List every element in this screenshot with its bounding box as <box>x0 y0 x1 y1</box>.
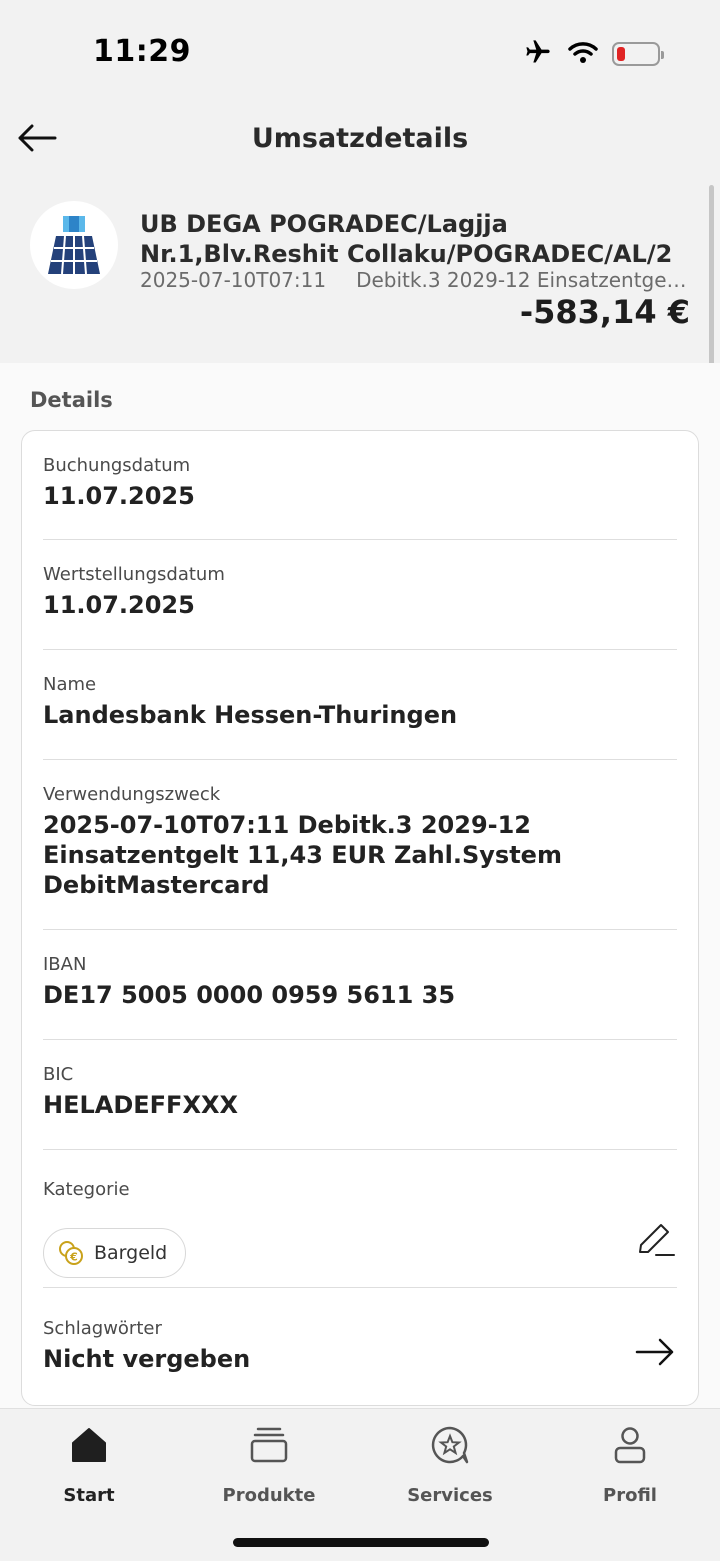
bic-row: BIC HELADEFFXXX <box>43 1040 677 1150</box>
category-chip[interactable]: € Bargeld <box>43 1228 187 1278</box>
booking-date-row: Buchungsdatum 11.07.2025 <box>43 431 677 540</box>
solar-panel-icon <box>48 216 100 274</box>
purpose-value: 2025-07-10T07:11 Debitk.3 2029-12 Einsat… <box>43 811 562 899</box>
booking-date-value: 11.07.2025 <box>43 482 195 510</box>
wifi-icon <box>568 40 598 68</box>
transaction-amount: -583,14 € <box>519 293 690 331</box>
details-section: Details Buchungsdatum 11.07.2025 Wertste… <box>0 363 720 1408</box>
merchant-logo <box>30 201 118 289</box>
purpose-row: Verwendungszweck 2025-07-10T07:11 Debitk… <box>43 760 677 930</box>
edit-category-button[interactable] <box>633 1218 677 1262</box>
tags-row[interactable]: Schlagwörter Nicht vergeben <box>43 1288 677 1407</box>
name-value: Landesbank Hessen-Thuringen <box>43 701 458 729</box>
bic-value: HELADEFFXXX <box>43 1091 238 1119</box>
transaction-datetime: 2025-07-10T07:11 <box>140 268 327 292</box>
airplane-mode-icon <box>522 38 554 70</box>
cards-stack-icon <box>247 1423 291 1467</box>
status-bar: 11:29 <box>0 0 720 100</box>
booking-date-label: Buchungsdatum <box>43 455 191 476</box>
tags-value: Nicht vergeben <box>43 1345 251 1373</box>
tab-profil-label: Profil <box>603 1485 657 1506</box>
name-label: Name <box>43 674 97 695</box>
value-date-label: Wertstellungsdatum <box>43 564 225 585</box>
value-date-row: Wertstellungsdatum 11.07.2025 <box>43 540 677 650</box>
iban-value: DE17 5005 0000 0959 5611 35 <box>43 981 456 1009</box>
bic-label: BIC <box>43 1064 74 1085</box>
home-indicator[interactable] <box>233 1538 489 1547</box>
coins-euro-icon: € <box>59 1241 83 1265</box>
details-card: Buchungsdatum 11.07.2025 Wertstellungsda… <box>21 430 699 1406</box>
battery-level <box>617 47 625 61</box>
page-title: Umsatzdetails <box>251 123 469 154</box>
purpose-label: Verwendungszweck <box>43 784 221 805</box>
name-row: Name Landesbank Hessen-Thuringen <box>43 650 677 760</box>
arrow-right-icon <box>635 1338 674 1366</box>
tab-start[interactable]: Start <box>14 1423 164 1513</box>
iban-row: IBAN DE17 5005 0000 0959 5611 35 <box>43 930 677 1040</box>
tab-services-label: Services <box>407 1485 493 1506</box>
tab-produkte[interactable]: Produkte <box>194 1423 344 1513</box>
services-star-icon <box>428 1423 472 1467</box>
category-chip-label: Bargeld <box>94 1242 168 1264</box>
tab-produkte-label: Produkte <box>222 1485 316 1506</box>
svg-text:€: € <box>69 1251 78 1264</box>
category-label: Kategorie <box>43 1179 130 1200</box>
tab-profil[interactable]: Profil <box>555 1423 705 1513</box>
nav-header: Umsatzdetails <box>0 100 720 180</box>
tags-label: Schlagwörter <box>43 1318 162 1339</box>
transaction-meta: 2025-07-10T07:11 Debitk.3 2029-12 Einsatz… <box>140 268 688 292</box>
section-title: Details <box>30 388 113 412</box>
transaction-reference-preview: Debitk.3 2029-12 Einsatzentgelt 11,43 EU… <box>356 268 688 292</box>
category-row: Kategorie € Bargeld <box>43 1150 677 1288</box>
home-icon <box>67 1423 111 1467</box>
transaction-summary: UB DEGA POGRADEC/Lagjja Nr.1,Blv.Reshit … <box>0 185 720 363</box>
status-time: 11:29 <box>93 34 191 69</box>
iban-label: IBAN <box>43 954 87 975</box>
value-date-value: 11.07.2025 <box>43 591 195 619</box>
tab-start-label: Start <box>63 1485 115 1506</box>
merchant-name: UB DEGA POGRADEC/Lagjja Nr.1,Blv.Reshit … <box>140 210 673 268</box>
person-icon <box>608 1423 652 1467</box>
battery-icon <box>612 42 664 66</box>
tab-bar: Start Produkte Services Profil <box>0 1408 720 1561</box>
open-tags-button[interactable] <box>633 1332 677 1372</box>
tab-services[interactable]: Services <box>375 1423 525 1513</box>
pencil-icon <box>639 1224 675 1256</box>
status-icons <box>522 38 664 70</box>
